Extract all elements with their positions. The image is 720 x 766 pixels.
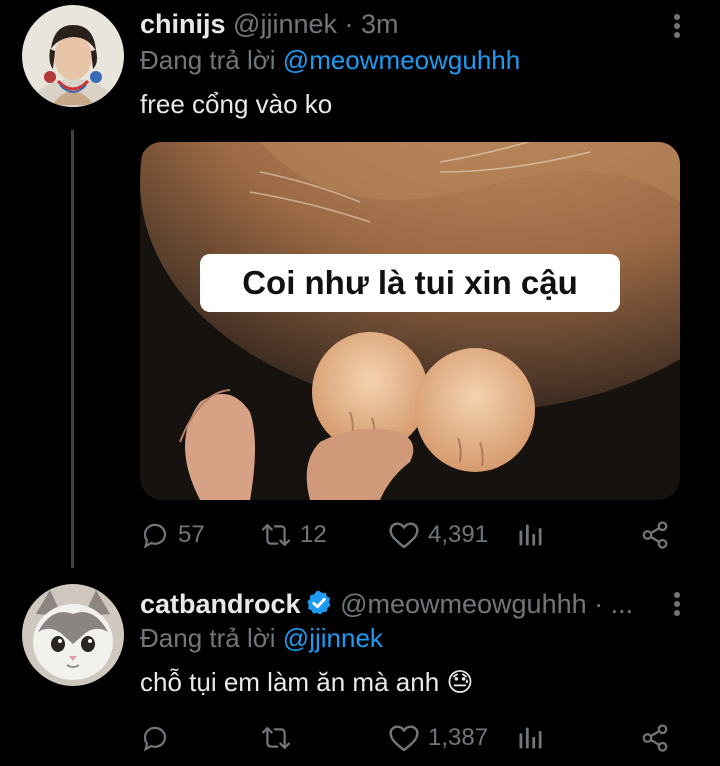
heart-icon: [389, 725, 419, 752]
reply-button[interactable]: 57: [140, 515, 205, 555]
retweet-icon: [261, 727, 291, 749]
verified-badge-icon: [306, 590, 330, 615]
retweet-count: 12: [300, 521, 327, 548]
tweet-header: chinijs @jjinnek · 3m: [140, 9, 399, 40]
handle[interactable]: @meowmeowguhhh: [340, 589, 587, 619]
reply-button[interactable]: [140, 718, 178, 758]
avatar[interactable]: [22, 584, 124, 686]
views-button[interactable]: [516, 718, 544, 758]
share-icon: [642, 724, 668, 752]
share-button[interactable]: [640, 718, 670, 758]
tweet-text-content: chỗ tụi em làm ăn mà anh: [140, 667, 440, 697]
reply-icon: [143, 726, 167, 752]
replying-prefix: Đang trả lời: [140, 623, 276, 653]
views-button[interactable]: [516, 515, 544, 555]
reply-icon: [143, 523, 167, 549]
tweet-1[interactable]: chinijs @jjinnek · 3m Đang trả lời @meow…: [0, 0, 720, 570]
reply-count: 57: [178, 521, 205, 548]
like-button[interactable]: 4,391: [388, 515, 488, 555]
timestamp[interactable]: ...: [611, 589, 634, 619]
avatar[interactable]: [22, 5, 124, 107]
analytics-icon: [519, 727, 542, 749]
separator: ·: [594, 589, 604, 619]
replying-prefix: Đang trả lời: [140, 45, 276, 75]
replying-to-link[interactable]: @meowmeowguhhh: [283, 45, 520, 75]
timestamp[interactable]: 3m: [361, 9, 399, 39]
emoji-sweat-icon: 😓: [446, 667, 474, 697]
like-count: 4,391: [428, 521, 489, 548]
display-name[interactable]: catbandrock: [140, 589, 301, 619]
separator: ·: [344, 9, 354, 39]
more-vertical-icon[interactable]: [668, 14, 686, 38]
retweet-icon: [261, 524, 291, 546]
tweet-text: free cổng vào ko: [140, 89, 333, 119]
action-bar: 57 12 4,391: [140, 515, 680, 555]
analytics-icon: [519, 524, 542, 546]
share-icon: [642, 521, 668, 549]
action-bar: 1,387: [140, 718, 680, 758]
tweet-image[interactable]: Coi như là tui xin cậu: [140, 142, 680, 500]
share-button[interactable]: [640, 515, 670, 555]
like-count: 1,387: [428, 724, 489, 751]
heart-icon: [389, 522, 419, 549]
tweet-text: chỗ tụi em làm ăn mà anh 😓: [140, 667, 474, 698]
more-vertical-icon[interactable]: [668, 592, 686, 616]
retweet-button[interactable]: 12: [260, 515, 327, 555]
replying-to: Đang trả lời @jjinnek: [140, 623, 383, 654]
replying-to-link[interactable]: @jjinnek: [283, 623, 383, 653]
replying-to: Đang trả lời @meowmeowguhhh: [140, 45, 520, 76]
tweet-header: catbandrock @meowmeowguhhh · ...: [140, 589, 633, 620]
handle[interactable]: @jjinnek: [233, 9, 337, 39]
like-button[interactable]: 1,387: [388, 718, 488, 758]
image-caption: Coi như là tui xin cậu: [200, 254, 620, 312]
display-name[interactable]: chinijs: [140, 9, 226, 39]
tweet-2[interactable]: catbandrock @meowmeowguhhh · ... Đang tr…: [0, 570, 720, 766]
retweet-button[interactable]: [260, 718, 300, 758]
